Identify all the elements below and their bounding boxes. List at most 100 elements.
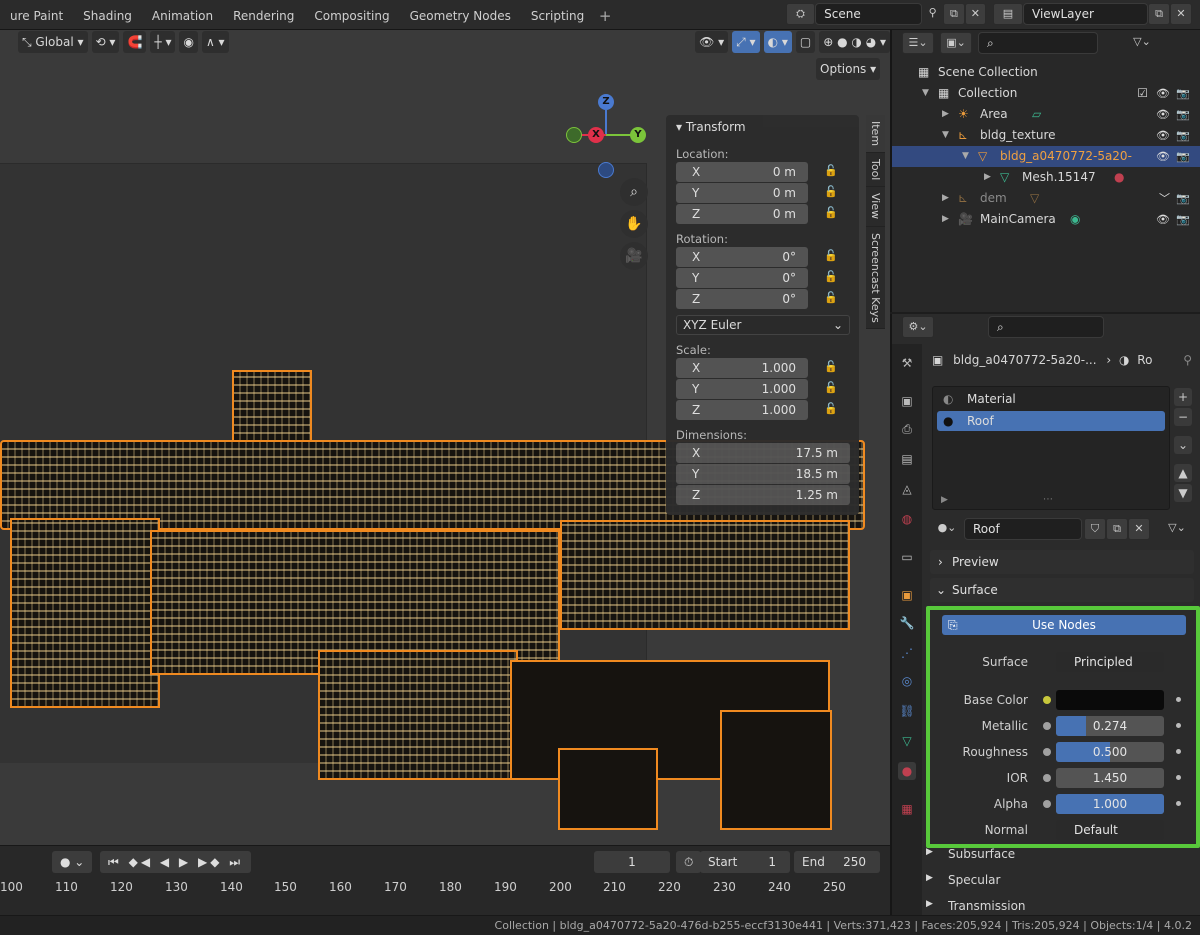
tab-geometry-nodes[interactable]: Geometry Nodes — [400, 4, 521, 28]
material-slot-list[interactable]: ◐ Material ● Roof ⋯ ▶ — [932, 386, 1170, 510]
outliner-item-mesh-data[interactable]: ▶ ▽ Mesh.15147 ● — [892, 167, 1200, 188]
transmission-panel-header[interactable]: ▶ Transmission — [926, 899, 1026, 913]
tab-screencast-keys[interactable]: Screencast Keys — [866, 226, 885, 330]
list-item[interactable]: ● Roof — [937, 411, 1165, 431]
socket-icon[interactable] — [1043, 696, 1051, 704]
pan-hand-icon[interactable]: ✋ — [620, 210, 648, 238]
proportional-edit-toggle[interactable]: ◉ — [179, 31, 198, 53]
add-workspace-button[interactable]: + — [594, 4, 616, 28]
scene-name-field[interactable]: Scene — [815, 3, 922, 25]
scale-y-field[interactable]: Y 1.000 🔓 — [676, 379, 838, 399]
start-frame-field[interactable]: Start 1 — [700, 851, 790, 873]
outliner-item-dem[interactable]: ▶ ⊾ dem ▽ ﹀ 📷 — [892, 188, 1200, 209]
outliner-item-bldg-texture[interactable]: ▼ ⊾ bldg_texture 👁 📷 — [892, 125, 1200, 146]
ior-field[interactable]: 1.450 — [1056, 768, 1164, 788]
outliner-item-scene-collection[interactable]: ▦ Scene Collection — [892, 62, 1200, 83]
overlays-toggle[interactable]: ◐ ▾ — [763, 31, 792, 53]
outliner-item-area[interactable]: ▶ ☀ Area ▱ 👁 📷 — [892, 104, 1200, 125]
subsurface-panel-header[interactable]: ▶ Subsurface — [926, 847, 1015, 861]
gizmo-neg-x-axis[interactable] — [566, 127, 582, 143]
tool-tab-icon[interactable]: ⚒ — [898, 354, 916, 372]
surface-panel-header[interactable]: ⌄ Surface — [930, 578, 1194, 602]
rotation-y-field[interactable]: Y 0° 🔓 — [676, 268, 838, 288]
end-frame-field[interactable]: End 250 — [794, 851, 880, 873]
dimensions-y-field[interactable]: Y 18.5 m — [676, 464, 850, 484]
dimensions-x-field[interactable]: X 17.5 m — [676, 443, 850, 463]
pin-icon[interactable]: ⚲ — [922, 3, 943, 25]
move-up-button[interactable]: ▲ — [1174, 464, 1192, 482]
tab-view[interactable]: View — [866, 187, 885, 227]
delete-view-layer-button[interactable]: ✕ — [1170, 3, 1192, 25]
location-y-field[interactable]: Y 0 m 🔓 — [676, 183, 838, 203]
lock-icon[interactable]: 🔓 — [824, 381, 838, 394]
outliner-item-collection[interactable]: ▼ ▦ Collection ☑ 👁 📷 — [892, 83, 1200, 104]
editor-type-icon[interactable]: ⚙⌄ — [902, 316, 934, 338]
scene-browse-icon[interactable]: ⛭ — [786, 3, 816, 25]
outliner-item-bldg-mesh[interactable]: ▼ ▽ bldg_a0470772-5a20- 👁 📷 — [892, 146, 1200, 167]
render-camera-icon[interactable]: 📷 — [1176, 146, 1190, 167]
socket-icon[interactable] — [1043, 774, 1051, 782]
lock-icon[interactable]: 🔓 — [824, 185, 838, 198]
rotation-z-field[interactable]: Z 0° 🔓 — [676, 289, 838, 309]
lock-icon[interactable]: 🔓 — [824, 291, 838, 304]
camera-view-icon[interactable]: 🎥 — [620, 242, 648, 270]
viewport-visibility-dropdown[interactable]: 👁 ▾ — [695, 31, 729, 53]
tab-scripting[interactable]: Scripting — [521, 4, 594, 28]
output-tab-icon[interactable]: ⎙ — [898, 420, 916, 438]
physics-tab-icon[interactable]: ◎ — [898, 672, 916, 690]
render-tab-icon[interactable]: ▣ — [898, 392, 916, 410]
constraints-tab-icon[interactable]: ⛓ — [898, 702, 916, 720]
pin-icon[interactable]: ⚲ — [1183, 350, 1192, 370]
display-mode-icon[interactable]: ▣⌄ — [940, 32, 972, 54]
lock-icon[interactable]: 🔓 — [824, 360, 838, 373]
stopwatch-icon[interactable]: ⏱ — [676, 851, 702, 873]
scene-tab-icon[interactable]: ◬ — [898, 480, 916, 498]
preview-panel-header[interactable]: › Preview — [930, 550, 1194, 574]
location-x-field[interactable]: X 0 m 🔓 — [676, 162, 838, 182]
list-resize-handle[interactable]: ⋯ — [1043, 494, 1053, 505]
location-z-field[interactable]: Z 0 m 🔓 — [676, 204, 838, 224]
render-camera-icon[interactable]: 📷 — [1176, 188, 1190, 209]
render-camera-icon[interactable]: 📷 — [1176, 83, 1190, 104]
link-type-dropdown[interactable]: ▽⌄ — [1160, 518, 1194, 540]
gizmo-z-axis[interactable]: Z — [598, 94, 614, 110]
remove-slot-button[interactable]: − — [1174, 408, 1192, 426]
socket-icon[interactable] — [1043, 748, 1051, 756]
lock-icon[interactable]: 🔓 — [824, 270, 838, 283]
specular-panel-header[interactable]: ▶ Specular — [926, 873, 1000, 887]
outliner-search-input[interactable]: ⌕ — [978, 32, 1098, 54]
playback-controls[interactable]: ⏮ ◆◀ ◀ ▶ ▶◆ ⏭ — [100, 851, 252, 873]
visibility-eye-icon[interactable]: 👁 — [1156, 209, 1170, 230]
socket-icon[interactable] — [1043, 800, 1051, 808]
keyframe-dot-icon[interactable] — [1176, 801, 1181, 806]
visibility-eye-icon[interactable]: 👁 — [1156, 104, 1170, 125]
visibility-eye-icon[interactable]: 👁 — [1156, 125, 1170, 146]
render-camera-icon[interactable]: 📷 — [1176, 209, 1190, 230]
properties-search-input[interactable]: ⌕ — [988, 316, 1104, 338]
list-item[interactable]: ◐ Material — [937, 389, 1165, 409]
gizmo-toggle[interactable]: ⤢ ▾ — [732, 31, 760, 53]
navigation-gizmo[interactable]: Z Y X — [560, 90, 650, 180]
tab-animation[interactable]: Animation — [142, 4, 223, 28]
add-slot-button[interactable]: + — [1174, 388, 1192, 406]
tab-tool[interactable]: Tool — [866, 153, 885, 188]
data-tab-icon[interactable]: ▽ — [898, 732, 916, 750]
transform-orientation-dropdown[interactable]: ⤡ Global ▾ — [18, 31, 88, 53]
editor-type-icon[interactable]: ☰⌄ — [902, 32, 934, 54]
xray-toggle[interactable]: ▢ — [795, 31, 816, 53]
gizmo-neg-z-axis[interactable] — [598, 162, 614, 178]
expand-arrow-icon[interactable]: ▶ — [942, 104, 949, 125]
material-browse-icon[interactable]: ●⌄ — [932, 518, 962, 540]
metallic-slider[interactable]: 0.274 — [1056, 716, 1164, 736]
world-tab-icon[interactable]: ◍ — [898, 510, 916, 528]
keyframe-dot-icon[interactable] — [1176, 775, 1181, 780]
view-layer-tab-icon[interactable]: ▤ — [898, 450, 916, 468]
outliner-item-main-camera[interactable]: ▶ 🎥 MainCamera ◉ 👁 📷 — [892, 209, 1200, 230]
snap-target-dropdown[interactable]: ┼ ▾ — [150, 31, 176, 53]
rotation-mode-dropdown[interactable]: XYZ Euler ⌄ — [676, 315, 850, 335]
unlink-material-button[interactable]: ✕ — [1128, 518, 1150, 540]
zoom-icon[interactable]: ⌕ — [620, 178, 648, 206]
fake-user-shield-icon[interactable]: ⛉ — [1084, 518, 1106, 540]
use-nodes-button[interactable]: ⎘ Use Nodes — [942, 615, 1186, 635]
scale-x-field[interactable]: X 1.000 🔓 — [676, 358, 838, 378]
